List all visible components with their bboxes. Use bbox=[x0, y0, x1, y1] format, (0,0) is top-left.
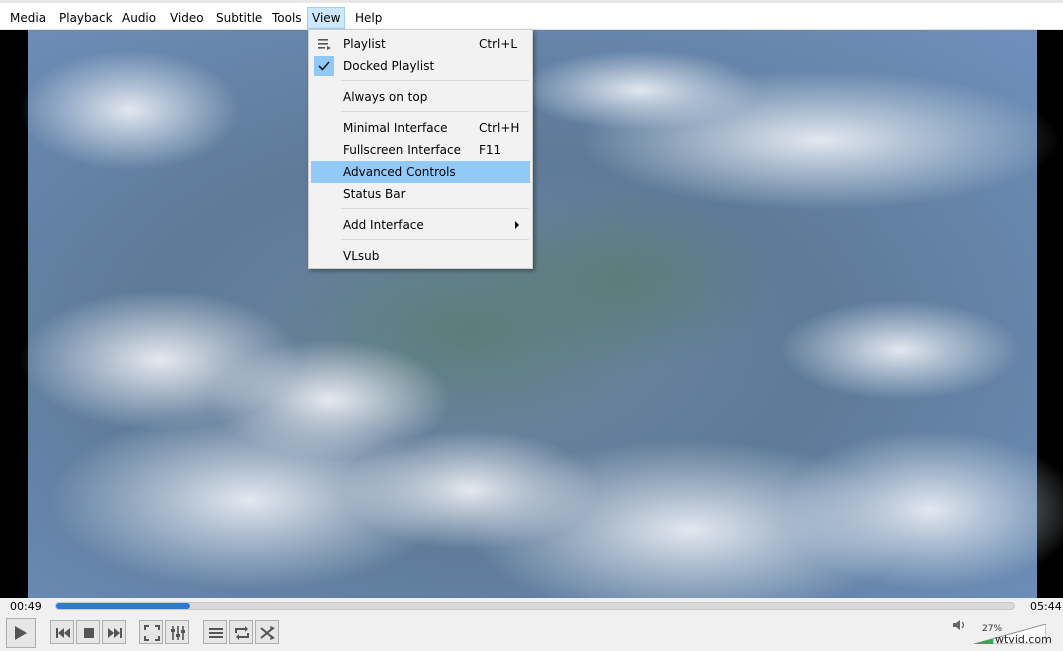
menu-video[interactable]: Video bbox=[166, 7, 208, 29]
menu-separator bbox=[341, 239, 529, 240]
play-icon bbox=[14, 625, 28, 641]
menu-help[interactable]: Help bbox=[351, 7, 386, 29]
menu-item-advanced-controls[interactable]: Advanced Controls bbox=[311, 161, 530, 183]
menu-separator bbox=[341, 80, 529, 81]
stop-icon bbox=[80, 624, 98, 642]
fullscreen-button[interactable] bbox=[139, 620, 163, 644]
status-bar-label: Status Bar bbox=[343, 183, 406, 205]
menu-item-playlist[interactable]: Playlist Ctrl+L bbox=[311, 33, 530, 55]
playlist-icon bbox=[207, 624, 225, 642]
next-icon bbox=[106, 624, 124, 642]
menu-view[interactable]: View bbox=[307, 7, 345, 29]
playlist-menu-icon bbox=[316, 36, 332, 52]
menu-playback[interactable]: Playback bbox=[55, 7, 117, 29]
advanced-controls-label: Advanced Controls bbox=[343, 161, 456, 183]
shuffle-icon bbox=[259, 624, 277, 642]
next-button[interactable] bbox=[102, 620, 126, 644]
menu-item-always-on-top[interactable]: Always on top bbox=[311, 86, 530, 108]
menu-separator bbox=[341, 208, 529, 209]
menu-tools[interactable]: Tools bbox=[268, 7, 306, 29]
view-menu-dropdown: Playlist Ctrl+L Docked Playlist Always o… bbox=[308, 29, 533, 269]
seek-slider[interactable] bbox=[55, 602, 1015, 610]
menu-separator bbox=[341, 111, 529, 112]
previous-button[interactable] bbox=[50, 620, 74, 644]
loop-icon bbox=[233, 624, 251, 642]
fullscreen-interface-shortcut: F11 bbox=[479, 139, 501, 161]
menu-bar: Media Playback Audio Video Subtitle Tool… bbox=[0, 0, 1063, 30]
checkmark-icon bbox=[316, 58, 332, 74]
elapsed-time: 00:49 bbox=[10, 600, 42, 614]
seek-row: 00:49 05:44 bbox=[0, 598, 1063, 616]
docked-playlist-label: Docked Playlist bbox=[343, 55, 434, 77]
menu-item-fullscreen-interface[interactable]: Fullscreen Interface F11 bbox=[311, 139, 530, 161]
minimal-interface-shortcut: Ctrl+H bbox=[479, 117, 519, 139]
watermark: wtvid.com bbox=[995, 634, 1052, 646]
previous-icon bbox=[54, 624, 72, 642]
stop-button[interactable] bbox=[76, 620, 100, 644]
playlist-button[interactable] bbox=[203, 620, 227, 644]
shuffle-button[interactable] bbox=[255, 620, 279, 644]
title-bar-strip bbox=[0, 0, 1063, 3]
fullscreen-icon bbox=[143, 624, 161, 642]
menu-item-docked-playlist[interactable]: Docked Playlist bbox=[311, 55, 530, 77]
menu-item-vlsub[interactable]: VLsub bbox=[311, 245, 530, 267]
seek-progress bbox=[56, 603, 190, 609]
always-on-top-label: Always on top bbox=[343, 86, 427, 108]
playlist-shortcut: Ctrl+L bbox=[479, 33, 517, 55]
loop-button[interactable] bbox=[229, 620, 253, 644]
menu-audio[interactable]: Audio bbox=[118, 7, 160, 29]
play-button[interactable] bbox=[6, 618, 36, 648]
extended-settings-button[interactable] bbox=[165, 620, 189, 644]
speaker-icon[interactable] bbox=[952, 617, 966, 633]
controls-bar bbox=[0, 616, 1063, 651]
menu-media[interactable]: Media bbox=[6, 7, 50, 29]
menu-item-status-bar[interactable]: Status Bar bbox=[311, 183, 530, 205]
fullscreen-interface-label: Fullscreen Interface bbox=[343, 139, 461, 161]
vlsub-label: VLsub bbox=[343, 245, 379, 267]
playlist-label: Playlist bbox=[343, 33, 386, 55]
menu-subtitle[interactable]: Subtitle bbox=[212, 7, 266, 29]
add-interface-label: Add Interface bbox=[343, 214, 424, 236]
total-time: 05:44 bbox=[1030, 600, 1062, 614]
submenu-arrow-icon bbox=[515, 221, 519, 229]
menu-item-minimal-interface[interactable]: Minimal Interface Ctrl+H bbox=[311, 117, 530, 139]
extended-settings-icon bbox=[169, 624, 187, 642]
menu-item-add-interface[interactable]: Add Interface bbox=[311, 214, 530, 236]
minimal-interface-label: Minimal Interface bbox=[343, 117, 448, 139]
